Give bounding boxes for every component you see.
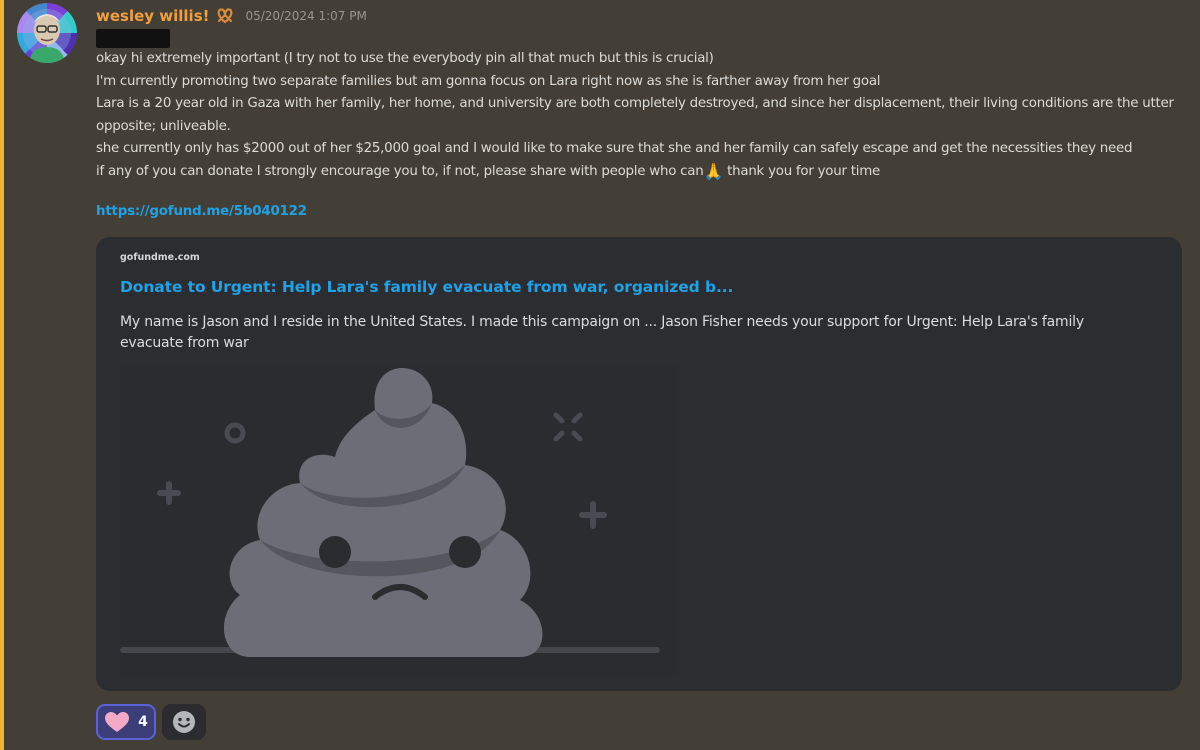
- gofundme-link[interactable]: https://gofund.me/5b040122: [96, 204, 307, 219]
- sad-poop-placeholder-icon: [120, 365, 678, 677]
- redacted-mention: [96, 29, 170, 48]
- mention-highlight-bar: [0, 0, 4, 750]
- timestamp: 05/20/2024 1:07 PM: [245, 9, 367, 23]
- username[interactable]: wesley willis!: [96, 7, 209, 25]
- smiley-add-reaction-icon: [173, 711, 195, 733]
- message: wesley willis! 05/20/2024 1:07 PM okay h…: [0, 0, 1200, 750]
- reactions-bar: 4: [96, 704, 206, 740]
- embed-image[interactable]: [120, 365, 678, 677]
- message-header: wesley willis! 05/20/2024 1:07 PM: [96, 5, 367, 27]
- message-line-text: thank you for your time: [723, 163, 880, 179]
- pretzel-icon: [215, 7, 235, 25]
- link-embed: gofundme.com Donate to Urgent: Help Lara…: [96, 237, 1182, 691]
- message-line: if any of you can donate I strongly enco…: [96, 161, 1176, 184]
- message-content: okay hi extremely important (I try not t…: [96, 48, 1176, 183]
- add-reaction-button[interactable]: [162, 704, 206, 740]
- pray-emoji-icon: 🙏: [703, 161, 724, 181]
- avatar-face-icon: [23, 9, 71, 63]
- heart-reaction-button[interactable]: 4: [96, 704, 156, 740]
- embed-provider[interactable]: gofundme.com: [120, 252, 200, 263]
- embed-description: My name is Jason and I reside in the Uni…: [120, 314, 1084, 351]
- avatar[interactable]: [17, 3, 77, 63]
- message-line: I'm currently promoting two separate fam…: [96, 73, 881, 89]
- heart-icon: [105, 712, 130, 732]
- message-line: okay hi extremely important (I try not t…: [96, 51, 714, 66]
- reaction-count: 4: [138, 714, 148, 730]
- message-line: she currently only has $2000 out of her …: [96, 141, 1133, 156]
- embed-title[interactable]: Donate to Urgent: Help Lara's family eva…: [120, 278, 733, 296]
- message-line-text: if any of you can donate I strongly enco…: [96, 163, 704, 179]
- message-line: Lara is a 20 year old in Gaza with her f…: [96, 96, 1174, 134]
